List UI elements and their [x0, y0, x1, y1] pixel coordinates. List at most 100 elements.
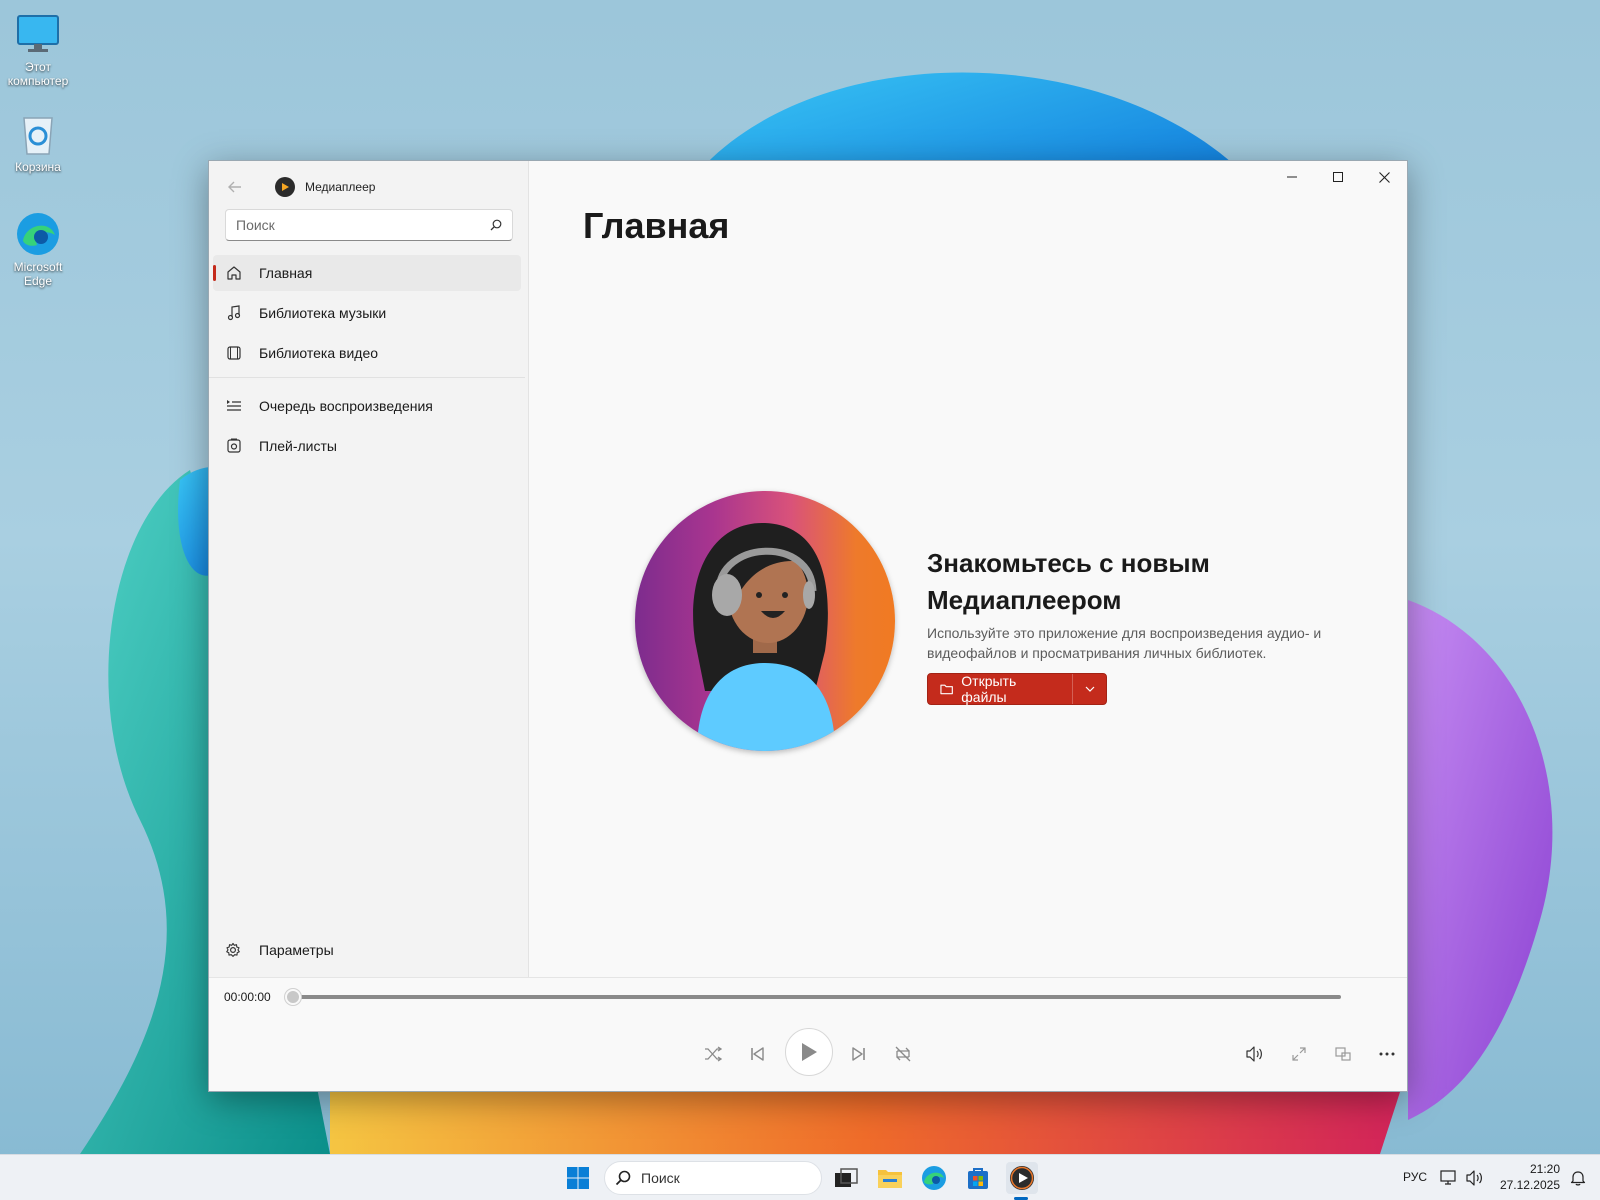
maximize-icon: [1333, 172, 1343, 182]
nav-item-label: Библиотека музыки: [259, 305, 387, 321]
shuffle-button[interactable]: [693, 1034, 733, 1074]
store-button[interactable]: [962, 1162, 994, 1194]
edge-taskbar-button[interactable]: [918, 1162, 950, 1194]
media-player-window: Медиаплеер Главная Библиотека музыки: [208, 160, 1408, 1092]
nav-item-home[interactable]: Главная: [213, 255, 521, 291]
network-icon: [1440, 1170, 1456, 1185]
desktop-icon-label: Этот компьютер: [7, 60, 69, 88]
window-caption-buttons: [1269, 161, 1407, 193]
nav-item-label: Плей-листы: [259, 438, 337, 454]
recycle-bin-icon: [14, 110, 62, 158]
monitor-icon: [14, 10, 62, 58]
music-note-icon: [225, 304, 243, 322]
film-icon: [225, 344, 243, 362]
search-icon[interactable]: [490, 219, 502, 231]
media-player-icon: [1010, 1166, 1034, 1190]
next-button[interactable]: [839, 1034, 879, 1074]
task-view-icon: [835, 1168, 858, 1187]
navigation-menu: Главная Библиотека музыки Библиотека вид…: [209, 255, 525, 468]
seek-thumb[interactable]: [285, 989, 301, 1005]
nav-divider: [209, 377, 525, 378]
chevron-down-icon: [1085, 686, 1094, 692]
volume-icon: [1246, 1046, 1262, 1062]
play-icon: [802, 1043, 817, 1061]
previous-button[interactable]: [737, 1034, 777, 1074]
file-explorer-button[interactable]: [874, 1162, 906, 1194]
fullscreen-button[interactable]: [1279, 1034, 1319, 1074]
minimize-button[interactable]: [1269, 161, 1315, 193]
taskbar: Поиск РУС 21:20 27.12.2025: [0, 1154, 1600, 1200]
store-icon: [968, 1168, 988, 1189]
settings-label: Параметры: [259, 942, 334, 958]
repeat-off-icon: [895, 1046, 911, 1062]
nav-item-music-library[interactable]: Библиотека музыки: [213, 295, 521, 331]
nav-item-playlists[interactable]: Плей-листы: [213, 428, 521, 464]
queue-icon: [225, 397, 243, 415]
arrow-left-icon: [228, 181, 241, 193]
notifications-button[interactable]: [1566, 1162, 1590, 1194]
taskbar-search[interactable]: Поиск: [604, 1161, 822, 1195]
nav-item-label: Библиотека видео: [259, 345, 379, 361]
minimize-icon: [1287, 176, 1297, 178]
repeat-button[interactable]: [883, 1034, 923, 1074]
search-icon: [615, 1170, 631, 1186]
media-player-logo-icon: [275, 177, 295, 197]
clock[interactable]: 21:20 27.12.2025: [1496, 1161, 1560, 1193]
volume-tray-button[interactable]: [1464, 1162, 1486, 1194]
open-files-button[interactable]: Открыть файлы: [928, 673, 1072, 705]
clock-time: 21:20: [1529, 1162, 1560, 1176]
seek-bar[interactable]: [285, 989, 1341, 1005]
back-button[interactable]: [223, 175, 247, 199]
nav-item-label: Главная: [259, 265, 313, 281]
task-view-button[interactable]: [830, 1162, 862, 1194]
mini-player-icon: [1335, 1047, 1351, 1061]
app-title: Медиаплеер: [305, 180, 376, 194]
playlist-icon: [225, 437, 243, 455]
desktop-icon-this-pc[interactable]: Этот компьютер: [4, 10, 72, 88]
more-options-button[interactable]: [1367, 1034, 1407, 1074]
person-with-headphones-icon: [693, 522, 835, 751]
clock-date: 27.12.2025: [1499, 1178, 1560, 1192]
language-indicator[interactable]: РУС: [1403, 1170, 1427, 1184]
edge-icon: [14, 210, 62, 258]
settings-button[interactable]: Параметры: [225, 941, 334, 959]
edge-icon: [922, 1166, 946, 1190]
desktop-icon-edge[interactable]: Microsoft Edge: [4, 210, 72, 288]
search-input[interactable]: [236, 217, 490, 233]
mini-player-button[interactable]: [1323, 1034, 1363, 1074]
hero-title: Знакомьтесь с новым Медиаплеером: [927, 548, 1210, 615]
media-player-taskbar-button[interactable]: [1006, 1162, 1038, 1194]
folder-icon: [878, 1170, 902, 1188]
play-button[interactable]: [785, 1028, 833, 1076]
open-files-dropdown-button[interactable]: [1072, 674, 1106, 704]
search-box[interactable]: [225, 209, 513, 241]
skip-forward-icon: [852, 1047, 865, 1061]
player-controls-bar: 00:00:00: [209, 977, 1407, 1091]
sidebar: Медиаплеер Главная Библиотека музыки: [209, 161, 529, 977]
bell-icon: [1570, 1171, 1586, 1186]
volume-button[interactable]: [1235, 1034, 1275, 1074]
title-bar: Медиаплеер: [223, 173, 375, 201]
start-button[interactable]: [562, 1162, 594, 1194]
network-button[interactable]: [1438, 1162, 1460, 1194]
close-icon: [1378, 171, 1390, 183]
windows-logo-icon: [567, 1167, 589, 1189]
more-horizontal-icon: [1379, 1052, 1395, 1056]
expand-icon: [1292, 1047, 1306, 1061]
hero-illustration: [635, 491, 895, 751]
gear-icon: [225, 941, 243, 959]
home-icon: [225, 264, 243, 282]
elapsed-time: 00:00:00: [224, 990, 271, 1004]
folder-icon: [940, 684, 953, 695]
page-title: Главная: [583, 205, 730, 246]
close-button[interactable]: [1361, 161, 1407, 193]
hero-text: Знакомьтесь с новым Медиаплеером Использ…: [927, 545, 1347, 705]
maximize-button[interactable]: [1315, 161, 1361, 193]
desktop-icon-label: Корзина: [15, 160, 61, 174]
nav-item-video-library[interactable]: Библиотека видео: [213, 335, 521, 371]
desktop-icon-recycle-bin[interactable]: Корзина: [4, 110, 72, 174]
nav-item-label: Очередь воспроизведения: [259, 398, 433, 414]
skip-back-icon: [751, 1047, 764, 1061]
nav-item-play-queue[interactable]: Очередь воспроизведения: [213, 388, 521, 424]
volume-icon: [1466, 1170, 1482, 1186]
